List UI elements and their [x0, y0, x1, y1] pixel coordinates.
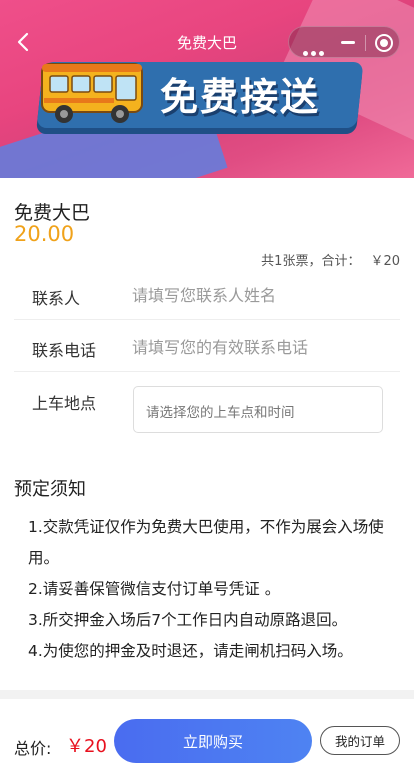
notice-item: 1.交款凭证仅作为免费大巴使用，不作为展会入场使用。 — [28, 518, 384, 567]
contact-name-input[interactable] — [132, 282, 392, 308]
header-banner: 免费接送 免费大巴 — [0, 0, 414, 178]
section-divider — [0, 690, 414, 699]
mini-program-capsule — [288, 26, 400, 58]
my-orders-button[interactable]: 我的订单 — [320, 726, 400, 755]
phone-input[interactable] — [132, 334, 392, 360]
banner-title: 免费接送 — [160, 75, 321, 119]
bottom-bar: 总价: ￥20 立即购买 我的订单 — [0, 699, 414, 780]
contact-row: 联系人 — [14, 270, 400, 320]
product-price: 20.00 — [14, 222, 75, 246]
more-icon[interactable] — [303, 41, 327, 60]
notice-title: 预定须知 — [14, 479, 86, 500]
pickup-selector[interactable]: 请选择您的上车点和时间 — [133, 386, 383, 433]
phone-label: 联系电话 — [32, 341, 97, 360]
order-summary: 共1张票，合计： ￥20 — [261, 250, 400, 269]
contact-label: 联系人 — [32, 289, 81, 308]
total-label: 总价: — [14, 739, 52, 758]
nav-bar: 免费大巴 — [0, 24, 414, 60]
buy-now-button[interactable]: 立即购买 — [114, 719, 312, 763]
product-name: 免费大巴 — [14, 202, 91, 224]
summary-amount: ￥20 — [370, 254, 400, 269]
total-price: ￥20 — [66, 736, 107, 757]
bus-icon — [41, 63, 143, 123]
pickup-row: 上车地点 请选择您的上车点和时间 — [14, 372, 400, 452]
notice-item: 3.所交押金入场后7个工作日内自动原路退回。 — [28, 611, 348, 629]
notice-item: 4.为使您的押金及时退还，请走闸机扫码入场。 — [28, 642, 353, 660]
ticket-count: 共1张票，合计： — [261, 254, 361, 269]
notice-list: 1.交款凭证仅作为免费大巴使用，不作为展会入场使用。 2.请妥善保管微信支付订单… — [28, 512, 390, 667]
pickup-label: 上车地点 — [32, 394, 97, 413]
capsule-divider — [365, 35, 366, 51]
notice-item: 2.请妥善保管微信支付订单号凭证 。 — [28, 580, 281, 598]
close-target-icon[interactable] — [375, 34, 393, 52]
minimize-icon[interactable] — [341, 41, 355, 44]
phone-row: 联系电话 — [14, 320, 400, 372]
